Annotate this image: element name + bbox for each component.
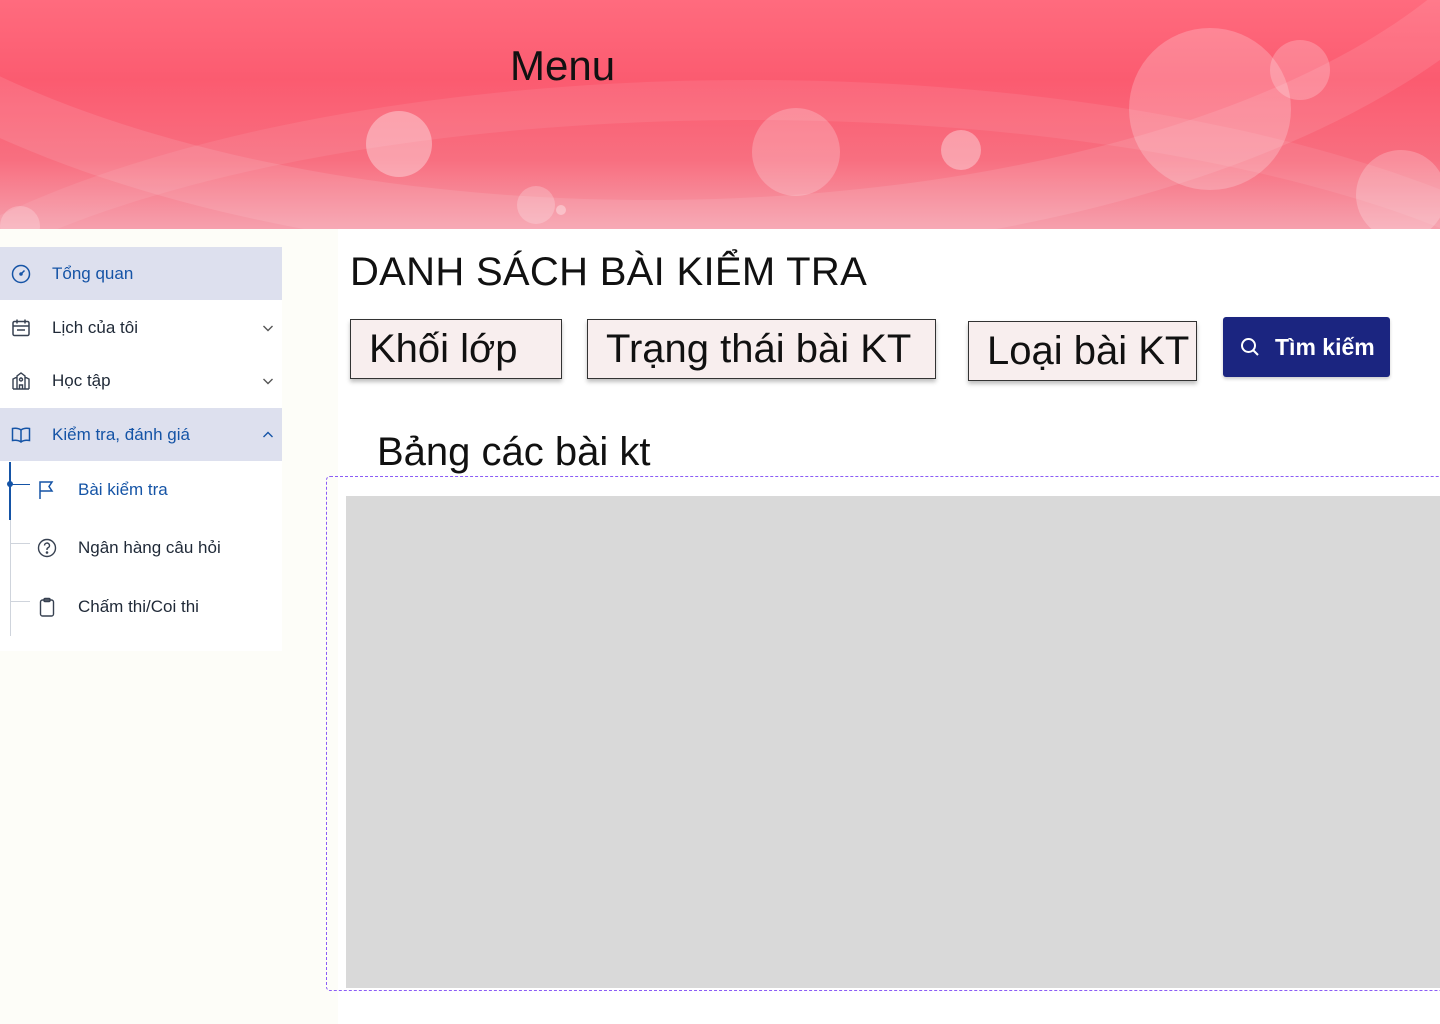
banner-bubble (517, 186, 555, 224)
search-button[interactable]: Tìm kiếm (1223, 317, 1390, 377)
gauge-icon (11, 264, 31, 283)
chevron-down-icon[interactable] (261, 321, 275, 335)
clipboard-icon (39, 597, 55, 617)
sidebar-item-label: Lịch của tôi (52, 317, 138, 337)
sidebar-item-assessment[interactable]: Kiểm tra, đánh giá (0, 408, 282, 461)
grade-filter-dropdown[interactable]: Khối lớp (350, 319, 562, 379)
open-book-icon (11, 427, 31, 443)
banner-title: Menu (510, 42, 616, 89)
grade-filter-label: Khối lớp (369, 326, 518, 371)
sidebar-item-label: Tổng quan (52, 263, 134, 283)
sidebar-subitem-tests[interactable]: Bài kiểm tra (0, 462, 282, 518)
sidebar-subitem-grading[interactable]: Chấm thi/Coi thi (0, 579, 282, 635)
sidebar-item-my-calendar[interactable]: Lịch của tôi (0, 301, 282, 354)
chevron-down-icon[interactable] (261, 374, 275, 388)
status-filter-label: Trạng thái bài KT (606, 326, 912, 371)
table-heading: Bảng các bài kt (377, 430, 651, 474)
banner-bubble (1356, 150, 1440, 229)
banner-bubble (556, 205, 566, 215)
question-circle-icon (37, 538, 57, 558)
sidebar-subitem-label: Chấm thi/Coi thi (78, 597, 199, 616)
chevron-up-icon[interactable] (261, 428, 275, 442)
tests-table-placeholder (346, 496, 1440, 988)
banner-bubble (752, 108, 840, 196)
page-title: DANH SÁCH BÀI KIỂM TRA (350, 250, 868, 294)
banner-bubble (1129, 28, 1291, 190)
sidebar-subitem-label: Bài kiểm tra (78, 480, 168, 499)
search-icon (1241, 338, 1259, 356)
banner-bubble (366, 111, 432, 177)
sidebar-subitem-label: Ngân hàng câu hỏi (78, 538, 221, 557)
flag-icon (39, 481, 54, 499)
header-banner: Menu (0, 0, 1440, 229)
sidebar-item-overview[interactable]: Tổng quan (0, 247, 282, 300)
sidebar-item-learning[interactable]: Học tập (0, 354, 282, 407)
sidebar-item-label: Kiểm tra, đánh giá (52, 424, 190, 444)
type-filter-label: Loại bài KT (987, 328, 1190, 373)
calendar-icon (12, 319, 30, 336)
banner-bubble (941, 130, 981, 170)
sidebar-item-label: Học tập (52, 370, 111, 390)
banner-bubble (1270, 40, 1330, 100)
status-filter-dropdown[interactable]: Trạng thái bài KT (587, 319, 936, 379)
type-filter-dropdown[interactable]: Loại bài KT (968, 321, 1197, 381)
search-button-label: Tìm kiếm (1275, 333, 1375, 360)
sidebar-subitem-question-bank[interactable]: Ngân hàng câu hỏi (0, 520, 282, 576)
school-icon (12, 371, 30, 390)
